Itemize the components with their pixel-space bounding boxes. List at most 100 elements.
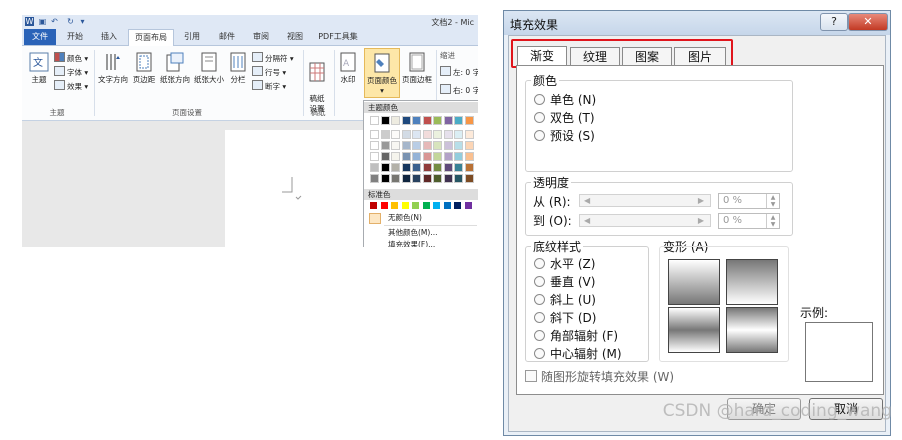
- theme-color-swatch[interactable]: [401, 130, 411, 139]
- standard-color-swatch[interactable]: [464, 202, 472, 209]
- theme-color-swatch[interactable]: [464, 141, 474, 150]
- theme-color-swatch[interactable]: [391, 163, 400, 172]
- radio-one-color[interactable]: 单色 (N): [534, 91, 596, 108]
- rotate-with-shape-checkbox[interactable]: 随图形旋转填充效果 (W): [525, 368, 674, 385]
- theme-color-swatch[interactable]: [370, 174, 379, 183]
- fill-effects-item[interactable]: 填充效果(F)...: [364, 238, 478, 247]
- tab-pdf-tools[interactable]: PDF工具集: [314, 29, 362, 45]
- no-color-item[interactable]: 无颜色(N): [364, 211, 478, 224]
- breaks-button[interactable]: 分隔符 ▾: [252, 52, 294, 64]
- theme-color-swatch[interactable]: [464, 116, 474, 125]
- line-numbers-button[interactable]: 行号 ▾: [252, 66, 286, 78]
- tab-page-layout[interactable]: 页面布局: [128, 29, 174, 46]
- tab-mailings[interactable]: 邮件: [212, 29, 242, 45]
- tab-references[interactable]: 引用: [177, 29, 207, 45]
- theme-color-swatch[interactable]: [433, 116, 442, 125]
- to-spinner[interactable]: 0 % ▲ ▼: [718, 213, 780, 229]
- redo-icon[interactable]: ↻: [66, 17, 75, 26]
- watermark-button[interactable]: A 水印: [337, 52, 359, 85]
- theme-color-swatch[interactable]: [412, 163, 421, 172]
- to-slider[interactable]: ◀ ▶: [579, 214, 711, 227]
- theme-color-swatch[interactable]: [391, 152, 400, 161]
- theme-color-swatch[interactable]: [401, 152, 411, 161]
- theme-color-swatch[interactable]: [380, 130, 390, 139]
- from-spinner[interactable]: 0 % ▲ ▼: [718, 193, 780, 209]
- theme-color-swatch[interactable]: [464, 163, 474, 172]
- theme-colors-button[interactable]: 颜色 ▾: [54, 52, 88, 64]
- theme-color-swatch[interactable]: [370, 163, 379, 172]
- theme-color-swatch[interactable]: [412, 141, 421, 150]
- theme-color-swatch[interactable]: [380, 141, 390, 150]
- theme-color-swatch[interactable]: [422, 116, 432, 125]
- theme-color-swatch[interactable]: [422, 141, 432, 150]
- theme-color-swatch[interactable]: [443, 152, 453, 161]
- variant-4[interactable]: [726, 307, 778, 353]
- size-button[interactable]: 纸张大小: [193, 52, 225, 85]
- standard-color-swatch[interactable]: [454, 202, 461, 209]
- theme-color-swatch[interactable]: [433, 163, 442, 172]
- theme-color-swatch[interactable]: [412, 116, 421, 125]
- page-color-button[interactable]: 页面颜色 ▾: [364, 48, 400, 98]
- theme-color-swatch[interactable]: [401, 163, 411, 172]
- theme-color-swatch[interactable]: [391, 116, 400, 125]
- radio-horizontal[interactable]: 水平 (Z): [534, 255, 595, 272]
- radio-diagonal-down[interactable]: 斜下 (D): [534, 309, 596, 326]
- help-button[interactable]: ?: [820, 13, 848, 31]
- theme-fonts-button[interactable]: 字体 ▾: [54, 66, 88, 78]
- theme-color-swatch[interactable]: [443, 174, 453, 183]
- variant-3[interactable]: [668, 307, 720, 353]
- theme-color-swatch[interactable]: [433, 174, 442, 183]
- theme-color-swatch[interactable]: [443, 116, 453, 125]
- theme-color-swatch[interactable]: [433, 141, 442, 150]
- margins-button[interactable]: 页边距: [130, 52, 158, 85]
- theme-color-swatch[interactable]: [401, 116, 411, 125]
- theme-color-swatch[interactable]: [433, 130, 442, 139]
- tab-review[interactable]: 审阅: [246, 29, 276, 45]
- standard-color-swatch[interactable]: [380, 202, 388, 209]
- theme-color-swatch[interactable]: [380, 174, 390, 183]
- theme-color-swatch[interactable]: [464, 174, 474, 183]
- standard-color-swatch[interactable]: [401, 202, 409, 209]
- radio-from-corner[interactable]: 角部辐射 (F): [534, 327, 618, 344]
- theme-color-swatch[interactable]: [433, 152, 442, 161]
- orientation-button[interactable]: 纸张方向: [159, 52, 191, 85]
- theme-color-swatch[interactable]: [454, 163, 463, 172]
- theme-color-swatch[interactable]: [443, 163, 453, 172]
- theme-color-swatch[interactable]: [454, 116, 463, 125]
- tab-insert[interactable]: 插入: [94, 29, 124, 45]
- radio-two-colors[interactable]: 双色 (T): [534, 109, 595, 126]
- theme-color-swatch[interactable]: [391, 141, 400, 150]
- customize-qa-icon[interactable]: ▾: [78, 17, 87, 26]
- theme-color-swatch[interactable]: [370, 130, 379, 139]
- theme-color-swatch[interactable]: [454, 174, 463, 183]
- theme-color-swatch[interactable]: [370, 152, 379, 161]
- theme-color-swatch[interactable]: [391, 174, 400, 183]
- radio-diagonal-up[interactable]: 斜上 (U): [534, 291, 596, 308]
- theme-color-swatch[interactable]: [412, 152, 421, 161]
- theme-color-swatch[interactable]: [391, 130, 400, 139]
- tab-file[interactable]: 文件: [24, 29, 56, 45]
- theme-color-swatch[interactable]: [422, 152, 432, 161]
- tab-view[interactable]: 视图: [280, 29, 310, 45]
- save-icon[interactable]: ▣: [38, 17, 47, 26]
- theme-color-swatch[interactable]: [422, 174, 432, 183]
- standard-color-swatch[interactable]: [370, 202, 377, 209]
- variant-1[interactable]: [668, 259, 720, 305]
- from-slider[interactable]: ◀ ▶: [579, 194, 711, 207]
- tab-home[interactable]: 开始: [60, 29, 90, 45]
- close-button[interactable]: ✕: [848, 13, 888, 31]
- theme-color-swatch[interactable]: [380, 152, 390, 161]
- theme-color-swatch[interactable]: [443, 141, 453, 150]
- theme-color-swatch[interactable]: [370, 116, 379, 125]
- variant-2[interactable]: [726, 259, 778, 305]
- theme-color-swatch[interactable]: [412, 130, 421, 139]
- theme-color-swatch[interactable]: [464, 130, 474, 139]
- theme-color-swatch[interactable]: [454, 141, 463, 150]
- indent-left-field[interactable]: 左: 0 字: [440, 66, 478, 78]
- page-borders-button[interactable]: 页面边框: [401, 52, 433, 85]
- draft-settings-button[interactable]: 稿纸 设置: [306, 52, 328, 114]
- radio-from-center[interactable]: 中心辐射 (M): [534, 345, 622, 362]
- radio-vertical[interactable]: 垂直 (V): [534, 273, 595, 290]
- standard-color-swatch[interactable]: [391, 202, 398, 209]
- theme-color-swatch[interactable]: [401, 141, 411, 150]
